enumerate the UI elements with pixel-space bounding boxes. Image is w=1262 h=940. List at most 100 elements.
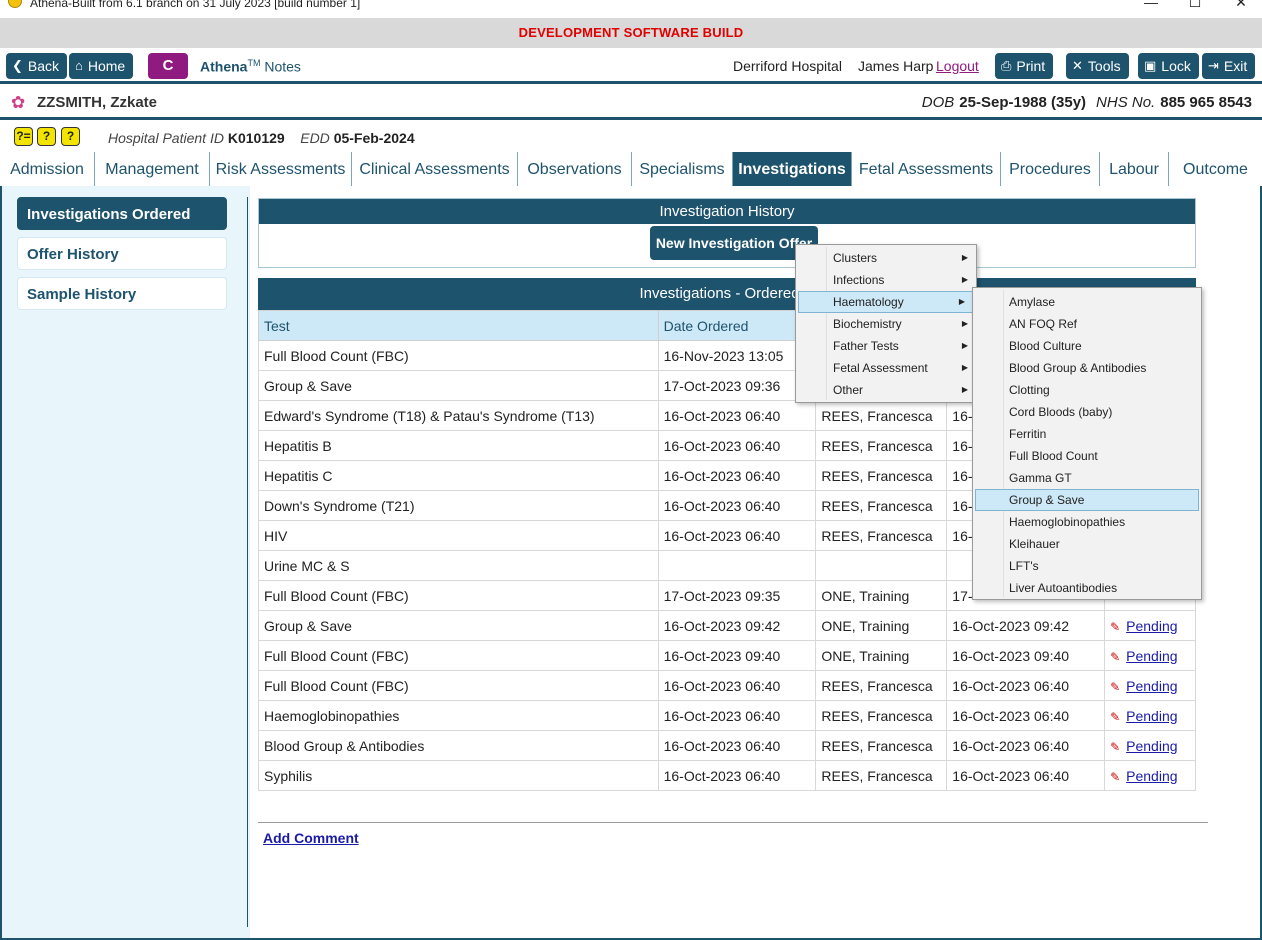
back-label: Back [27, 58, 60, 74]
submenu-item-kleihauer[interactable]: Kleihauer [973, 533, 1201, 555]
submenu-item-liver-autoantibodies[interactable]: Liver Autoantibodies [973, 577, 1201, 599]
c-button[interactable]: C [148, 53, 188, 79]
submenu-item-label: Clotting [1009, 383, 1050, 397]
cell-status: ✎ Pending [1104, 730, 1196, 761]
menu-item-haematology[interactable]: Haematology ▶ [798, 291, 974, 313]
submenu-item-an-foq-ref[interactable]: AN FOQ Ref [973, 313, 1201, 335]
cell-test: Syphilis [258, 760, 659, 791]
close-icon[interactable]: ✕ [1231, 0, 1251, 11]
submenu-item-group-save[interactable]: Group & Save [975, 489, 1199, 511]
submenu-item-label: Ferritin [1009, 427, 1047, 441]
submenu-item-label: LFT's [1009, 559, 1039, 573]
pencil-icon[interactable]: ✎ [1110, 620, 1120, 634]
col-test[interactable]: Test [258, 310, 659, 341]
pencil-icon[interactable]: ✎ [1110, 740, 1120, 754]
pending-link[interactable]: Pending [1126, 738, 1177, 754]
cell-test: Full Blood Count (FBC) [258, 580, 659, 611]
menu-item-biochemistry[interactable]: Biochemistry ▶ [796, 313, 976, 335]
sidebar-item-investigations-ordered[interactable]: Investigations Ordered [17, 197, 227, 230]
menu-item-other[interactable]: Other ▶ [796, 379, 976, 401]
table-row[interactable]: Blood Group & Antibodies 16-Oct-2023 06:4… [258, 730, 1196, 761]
table-row[interactable]: Full Blood Count (FBC) 16-Oct-2023 06:40 R… [258, 670, 1196, 701]
comment-divider [258, 822, 1208, 823]
submenu-item-haemoglobinopathies[interactable]: Haemoglobinopathies [973, 511, 1201, 533]
submenu-item-amylase[interactable]: Amylase [973, 291, 1201, 313]
pid-value: K010129 [227, 130, 285, 146]
cell-date: 16-Oct-2023 09:40 [946, 640, 1106, 671]
help-icon[interactable]: ? [37, 127, 56, 146]
exit-button[interactable]: ⇥ Exit [1202, 53, 1256, 79]
cell-status: ✎ Pending [1104, 640, 1196, 671]
tab-observations[interactable]: Observations [518, 152, 632, 186]
tab-labour[interactable]: Labour [1100, 152, 1169, 186]
submenu-item-gamma-gt[interactable]: Gamma GT [973, 467, 1201, 489]
alert-list-icon[interactable]: ?= [14, 127, 33, 146]
logout-link[interactable]: Logout [936, 58, 979, 74]
menu-item-infections[interactable]: Infections ▶ [796, 269, 976, 291]
help-icon-2[interactable]: ? [61, 127, 80, 146]
cell-status: ✎ Pending [1104, 760, 1196, 791]
patient-ids: Hospital Patient ID K010129 EDD 05-Feb-2… [108, 130, 415, 146]
cell-ordered-by [815, 550, 948, 581]
tab-fetal-assessments[interactable]: Fetal Assessments [852, 152, 1001, 186]
window-title: Athena-Built from 6.1 branch on 31 July … [30, 0, 361, 10]
pencil-icon[interactable]: ✎ [1110, 650, 1120, 664]
print-button[interactable]: ⎙ Print [995, 53, 1054, 79]
home-button[interactable]: ⌂ Home [69, 53, 134, 79]
pending-link[interactable]: Pending [1126, 678, 1177, 694]
table-row[interactable]: Group & Save 16-Oct-2023 09:42 ONE, Traini… [258, 610, 1196, 641]
submenu-item-blood-group-antibodies[interactable]: Blood Group & Antibodies [973, 357, 1201, 379]
menu-item-clusters[interactable]: Clusters ▶ [796, 247, 976, 269]
pencil-icon[interactable]: ✎ [1110, 770, 1120, 784]
menu-item-father-tests[interactable]: Father Tests ▶ [796, 335, 976, 357]
tab-procedures[interactable]: Procedures [1001, 152, 1100, 186]
maximize-icon[interactable]: ☐ [1185, 0, 1205, 11]
lock-icon: ▣ [1144, 58, 1157, 73]
table-row[interactable]: Haemoglobinopathies 16-Oct-2023 06:40 REES… [258, 700, 1196, 731]
tab-management[interactable]: Management [95, 152, 210, 186]
new-investigation-offer-button[interactable]: New Investigation Offer [650, 226, 818, 260]
pending-link[interactable]: Pending [1126, 708, 1177, 724]
add-comment-link[interactable]: Add Comment [263, 830, 359, 846]
submenu-item-clotting[interactable]: Clotting [973, 379, 1201, 401]
table-row[interactable]: Full Blood Count (FBC) 16-Oct-2023 09:40 O… [258, 640, 1196, 671]
lock-button[interactable]: ▣ Lock [1138, 53, 1199, 79]
exit-label: Exit [1223, 58, 1248, 74]
flower-icon: ✿ [11, 93, 26, 112]
haematology-submenu: Amylase AN FOQ Ref Blood Culture Blood Grou… [972, 287, 1202, 600]
tab-specialisms[interactable]: Specialisms [632, 152, 733, 186]
back-button[interactable]: ❮ Back [6, 53, 68, 79]
sidebar-item-offer-history[interactable]: Offer History [17, 237, 227, 270]
submenu-item-label: AN FOQ Ref [1009, 317, 1078, 331]
cell-test: HIV [258, 520, 659, 551]
tab-investigations[interactable]: Investigations [733, 152, 852, 186]
submenu-item-lft-s[interactable]: LFT's [973, 555, 1201, 577]
tab-outcome[interactable]: Outcome [1169, 152, 1262, 186]
pencil-icon[interactable]: ✎ [1110, 710, 1120, 724]
tab-risk-assessments[interactable]: Risk Assessments [210, 152, 352, 186]
sidebar-item-sample-history[interactable]: Sample History [17, 277, 227, 310]
print-label: Print [1016, 58, 1046, 74]
edd-label: EDD [300, 130, 330, 146]
tab-clinical-assessments[interactable]: Clinical Assessments [352, 152, 518, 186]
menu-item-fetal-assessment[interactable]: Fetal Assessment ▶ [796, 357, 976, 379]
lock-label: Lock [1161, 58, 1191, 74]
table-row[interactable]: Syphilis 16-Oct-2023 06:40 REES, Francesca… [258, 760, 1196, 791]
submenu-item-full-blood-count[interactable]: Full Blood Count [973, 445, 1201, 467]
submenu-item-cord-bloods-baby[interactable]: Cord Bloods (baby) [973, 401, 1201, 423]
submenu-item-ferritin[interactable]: Ferritin [973, 423, 1201, 445]
cell-ordered-by: ONE, Training [815, 580, 948, 611]
submenu-item-blood-culture[interactable]: Blood Culture [973, 335, 1201, 357]
pending-link[interactable]: Pending [1126, 618, 1177, 634]
tools-icon: ✕ [1072, 58, 1083, 73]
pending-link[interactable]: Pending [1126, 768, 1177, 784]
tab-admission[interactable]: Admission [0, 152, 95, 186]
pending-link[interactable]: Pending [1126, 648, 1177, 664]
minimize-icon[interactable]: — [1141, 0, 1161, 10]
tools-button[interactable]: ✕ Tools [1066, 53, 1129, 79]
col-date-ordered[interactable]: Date Ordered [657, 310, 817, 341]
pencil-icon[interactable]: ✎ [1110, 680, 1120, 694]
app-tm: TM [247, 58, 261, 68]
submenu-item-label: Blood Culture [1009, 339, 1082, 353]
app-name: AthenaTM Notes [200, 58, 301, 75]
